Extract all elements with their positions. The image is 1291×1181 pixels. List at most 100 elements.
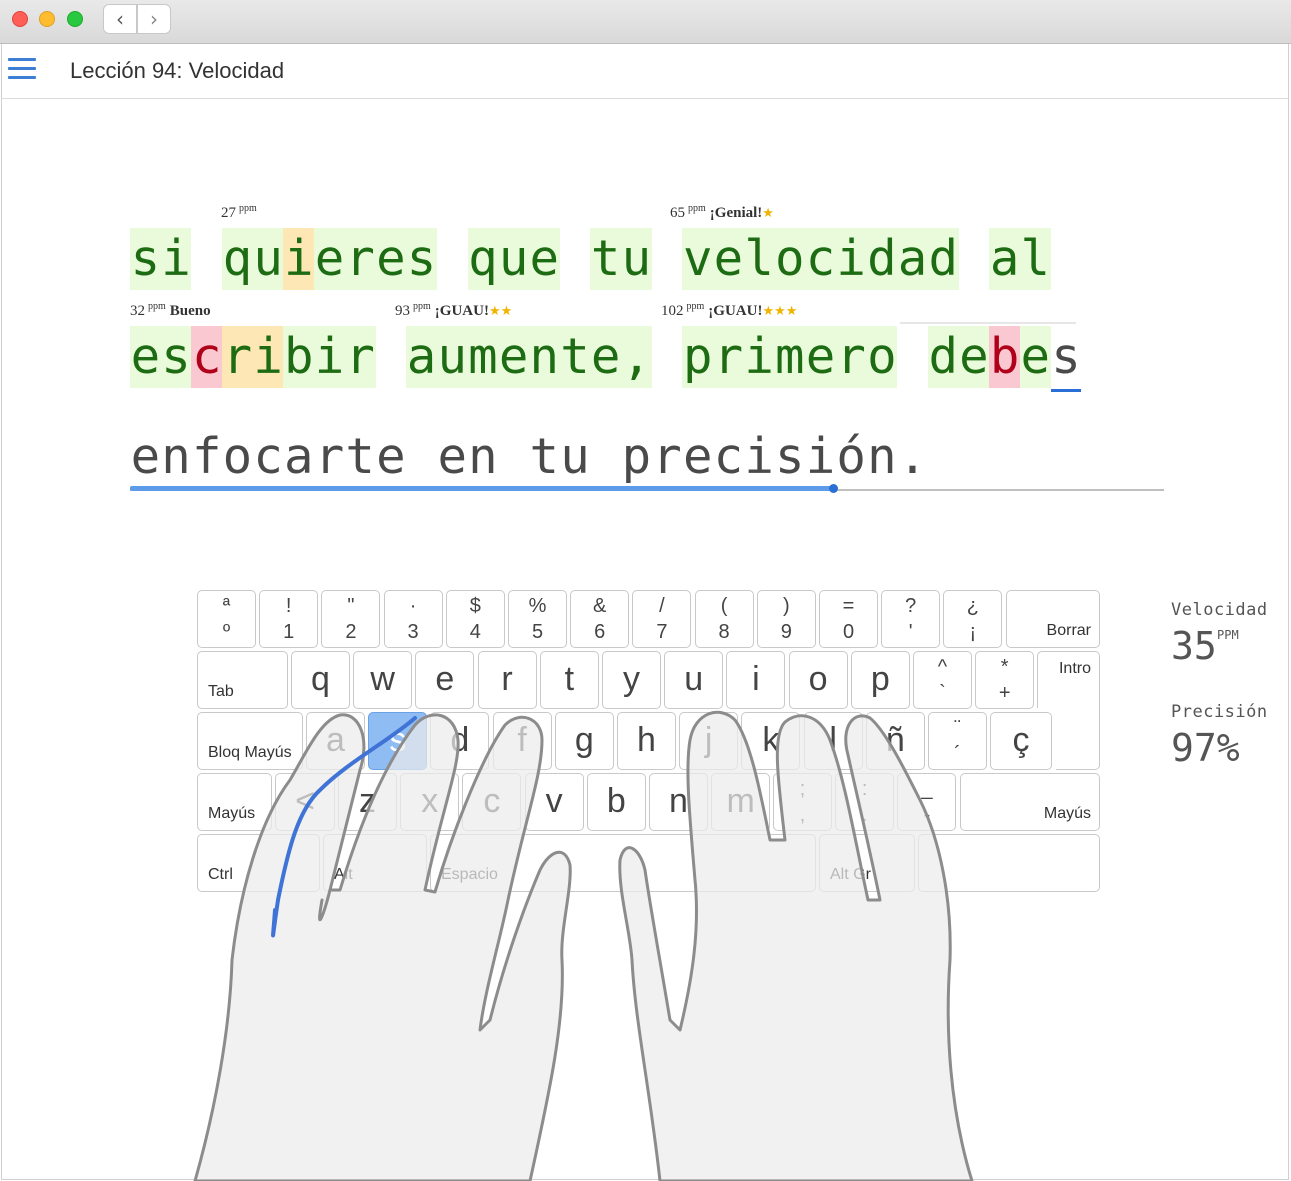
key-2[interactable]: " 2 [321, 590, 381, 648]
key-¡[interactable]: ¿ ¡ [943, 590, 1003, 648]
key-caps-lock[interactable]: Bloq Mayús [197, 712, 303, 770]
text-character: s [775, 428, 805, 485]
key-'[interactable]: ? ' [881, 590, 941, 648]
close-window-button[interactable] [12, 11, 28, 27]
key-label: ´ [954, 743, 961, 765]
key-º[interactable]: ªº [197, 590, 256, 648]
key-label: ` [939, 682, 946, 704]
key-a[interactable]: a [306, 712, 365, 770]
text-character: t [559, 326, 591, 388]
key-7[interactable]: /7 [632, 590, 692, 648]
key-i[interactable]: i [726, 651, 786, 709]
key-s[interactable]: s [368, 712, 428, 770]
key-j[interactable]: j [679, 712, 739, 770]
key-5[interactable]: % 5 [508, 590, 567, 648]
forward-button[interactable]: › [137, 4, 171, 34]
key-shift-label: ) [782, 595, 790, 617]
key-e[interactable]: e [415, 651, 475, 709]
word-speed-label: 102 ppm ¡GUAU!★★★ [661, 301, 798, 319]
text-character [959, 228, 990, 290]
text-character [560, 228, 591, 290]
key-label: , [799, 804, 806, 826]
key-label: 8 [718, 621, 730, 643]
key-m[interactable]: m [711, 773, 771, 831]
key-symbol[interactable]: _ - [897, 773, 957, 831]
key-8[interactable]: (8 [694, 590, 754, 648]
key-shift-label: ? [905, 595, 917, 617]
key-label: Ctrl [208, 866, 233, 883]
key-1[interactable]: ! 1 [259, 590, 319, 648]
key-symbol[interactable]: * + [975, 651, 1035, 709]
text-character: b [283, 326, 315, 388]
key-label: c [483, 782, 501, 820]
key-label: m [726, 782, 755, 820]
text-character: d [866, 228, 898, 290]
key-space[interactable]: Espacio [430, 834, 816, 892]
key-shift-left[interactable]: Mayús [197, 773, 272, 831]
key-u[interactable]: u [664, 651, 724, 709]
key-symbol[interactable]: :. [835, 773, 895, 831]
word-speed-label: 93 ppm ¡GUAU!★★ [395, 301, 513, 319]
key-c[interactable]: c [462, 773, 522, 831]
text-character: n [867, 428, 897, 485]
key-3[interactable]: · 3 [383, 590, 443, 648]
key-label: Mayús [208, 805, 256, 822]
key-label: 6 [594, 621, 606, 643]
key-r[interactable]: r [477, 651, 537, 709]
text-character: e [376, 428, 406, 485]
key-y[interactable]: y [602, 651, 661, 709]
key-ctrl[interactable]: Ctrl [197, 834, 320, 892]
key-alt[interactable]: Alt [323, 834, 427, 892]
key-alt-gr[interactable]: Alt Gr [819, 834, 915, 892]
key-tab[interactable]: Tab [197, 651, 288, 709]
key-v[interactable]: v [524, 773, 584, 831]
key-label: Alt [334, 866, 353, 883]
key-4[interactable]: $4 [445, 590, 505, 648]
key-label: 7 [656, 621, 668, 643]
hamburger-menu-icon[interactable] [8, 58, 36, 80]
key-l[interactable]: l [803, 712, 863, 770]
minimize-window-button[interactable] [39, 11, 55, 27]
key-t[interactable]: t [539, 651, 599, 709]
text-character: q [467, 228, 499, 290]
key-f[interactable]: f [492, 712, 552, 770]
key-z[interactable]: z [338, 773, 397, 831]
key-shift-right[interactable]: Mayús [960, 773, 1100, 831]
text-character: e [1019, 326, 1051, 388]
key-symbol[interactable]: ¨ ´ [928, 712, 987, 770]
key-9[interactable]: ) 9 [756, 590, 816, 648]
key-c-cedilla[interactable]: ç [990, 712, 1052, 770]
key-ñ[interactable]: ñ [865, 712, 925, 770]
key-n[interactable]: n [649, 773, 708, 831]
key-0[interactable]: = 0 [819, 590, 878, 648]
key-g[interactable]: g [554, 712, 614, 770]
key-backspace[interactable]: Borrar [1006, 590, 1100, 648]
key-w[interactable]: w [353, 651, 413, 709]
key-q[interactable]: q [291, 651, 350, 709]
text-character [498, 426, 529, 488]
back-button[interactable]: ‹ [103, 4, 137, 34]
text-character: ó [836, 428, 866, 485]
speed-value: 35 [1171, 624, 1217, 668]
key-p[interactable]: p [850, 651, 910, 709]
key-h[interactable]: h [617, 712, 676, 770]
zoom-window-button[interactable] [67, 11, 83, 27]
key-k[interactable]: k [741, 712, 801, 770]
key-o[interactable]: o [788, 651, 848, 709]
key-symbol[interactable]: ;, [773, 773, 832, 831]
key-symbol[interactable]: ^ ` [913, 651, 972, 709]
key-label: ¡ [969, 621, 977, 643]
key-shift-label: & [593, 595, 607, 617]
typing-line: si quieres que tu velocidad al [130, 228, 1051, 290]
key-x[interactable]: x [400, 773, 460, 831]
key-label: u [684, 660, 704, 698]
text-character: m [774, 326, 806, 388]
key-right-blank[interactable] [918, 834, 1100, 892]
key-d[interactable]: d [430, 712, 490, 770]
key-less-than[interactable]: < [275, 773, 335, 831]
text-character: i [743, 326, 775, 388]
key-6[interactable]: & 6 [570, 590, 630, 648]
speed-unit: PPM [1217, 628, 1239, 642]
key-b[interactable]: b [586, 773, 646, 831]
key-label: Espacio [441, 866, 498, 883]
